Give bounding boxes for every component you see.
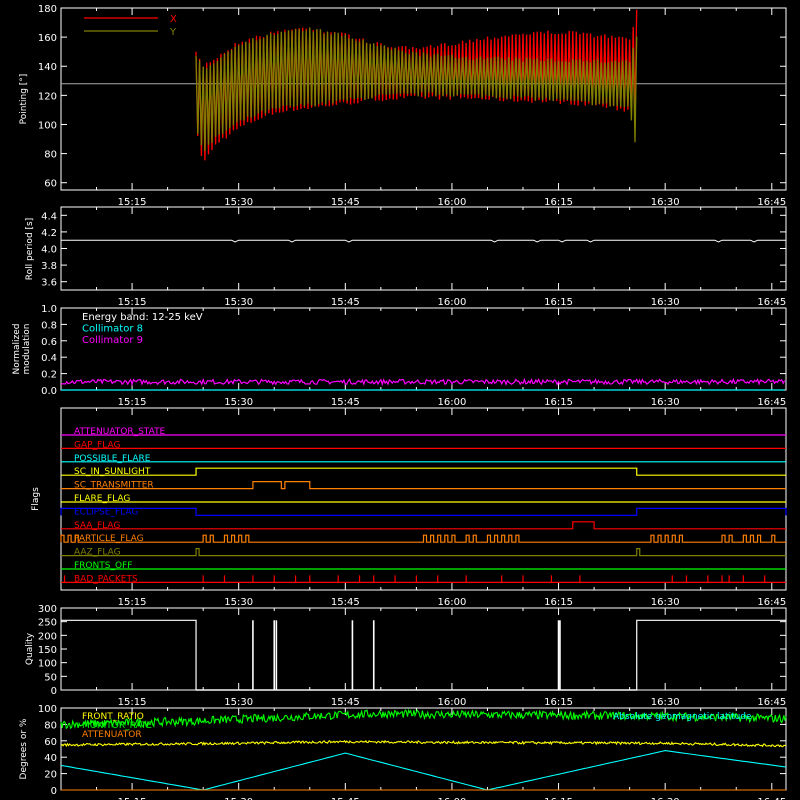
y-tick-label: 3.8 <box>41 261 57 272</box>
y-tick-label: 250 <box>38 618 57 629</box>
x-tick-label: 16:30 <box>651 397 680 408</box>
x-tick-label: 15:30 <box>224 197 253 208</box>
multi-panel-plot: 15:15 15:30 15:45 16:00 16:15 16:30 16:45 60 80 1… <box>0 0 800 800</box>
y-tick-label: 1.0 <box>41 304 57 315</box>
x-tick-label: 16:15 <box>544 197 573 208</box>
x-tick-label: 16:30 <box>651 697 680 708</box>
y-tick-label: 0.0 <box>41 386 57 397</box>
x-tick-label: 15:30 <box>224 597 253 608</box>
y-axis-label: Flags <box>31 487 41 511</box>
legend-label: Y <box>169 27 177 38</box>
x-tick-label: 16:45 <box>757 597 786 608</box>
y-tick-label: 40 <box>44 753 57 764</box>
y-tick-label: 4.0 <box>41 245 57 256</box>
y-tick-label: 100 <box>38 120 57 131</box>
x-tick-label: 16:00 <box>438 197 467 208</box>
y-tick-label: 3.6 <box>41 278 57 289</box>
x-tick-label: 15:15 <box>118 397 147 408</box>
x-tick-label: 15:30 <box>224 697 253 708</box>
y-tick-label: 140 <box>38 62 57 73</box>
y-tick-label: 4.4 <box>41 211 57 222</box>
legend-label: Collimator 9 <box>82 335 143 346</box>
y-tick-label: 300 <box>38 604 57 615</box>
y-tick-label: 0.2 <box>41 370 57 381</box>
x-tick-label: 15:30 <box>224 397 253 408</box>
x-tick-label: 16:45 <box>757 197 786 208</box>
legend-label: Energy band: 12-25 keV <box>82 312 203 323</box>
y-tick-label: 0.6 <box>41 337 57 348</box>
y-axis-label: Pointing [°] <box>19 74 29 125</box>
x-tick-label: 16:00 <box>438 297 467 308</box>
x-tick-label: 15:15 <box>118 697 147 708</box>
x-tick-label: 15:45 <box>331 197 360 208</box>
y-tick-label: 80 <box>44 150 57 161</box>
y-tick-label: 180 <box>38 4 57 15</box>
x-tick-label: 15:45 <box>331 297 360 308</box>
x-tick-label: 16:15 <box>544 297 573 308</box>
y-tick-label: 160 <box>38 33 57 44</box>
x-tick-label: 15:45 <box>331 697 360 708</box>
y-tick-label: 60 <box>44 179 57 190</box>
legend-label: ATTENUATOR <box>82 730 142 740</box>
y-tick-label: 0 <box>51 786 57 797</box>
y-axis-label: modulation <box>22 324 32 375</box>
x-tick-label: 16:30 <box>651 597 680 608</box>
y-axis-label: Quality <box>25 632 35 665</box>
x-tick-label: 16:45 <box>757 697 786 708</box>
x-tick-label: 16:45 <box>757 297 786 308</box>
legend-label: X <box>170 14 177 25</box>
y-tick-label: 0.8 <box>41 320 57 331</box>
y-tick-label: 120 <box>38 91 57 102</box>
x-tick-label: 15:15 <box>118 597 147 608</box>
x-tick-label: 16:45 <box>757 397 786 408</box>
y-tick-label: 100 <box>38 704 57 715</box>
y-tick-label: 20 <box>44 770 57 781</box>
x-tick-label: 16:30 <box>651 297 680 308</box>
x-tick-label: 16:00 <box>438 697 467 708</box>
x-tick-label: 16:00 <box>438 397 467 408</box>
x-tick-label: 16:30 <box>651 197 680 208</box>
x-tick-label: 16:15 <box>544 397 573 408</box>
y-tick-label: 0.4 <box>41 353 57 364</box>
y-tick-label: 60 <box>44 737 57 748</box>
legend-label: Absolute geomagnetic latitude <box>613 712 752 722</box>
y-tick-label: 50 <box>44 672 57 683</box>
y-axis-label: Degrees or % <box>19 718 29 779</box>
y-tick-label: 80 <box>44 720 57 731</box>
y-tick-label: 4.2 <box>41 228 57 239</box>
y-tick-label: 0 <box>51 686 57 697</box>
x-tick-label: 15:45 <box>331 397 360 408</box>
legend-label: Collimator 8 <box>82 324 143 335</box>
x-tick-label: 15:15 <box>118 197 147 208</box>
x-tick-label: 15:15 <box>118 297 147 308</box>
y-tick-label: 100 <box>38 659 57 670</box>
x-tick-label: 15:45 <box>331 597 360 608</box>
y-tick-label: 200 <box>38 631 57 642</box>
y-axis-label: Normalized <box>12 323 22 374</box>
x-tick-label: 15:30 <box>224 297 253 308</box>
x-tick-label: 16:15 <box>544 697 573 708</box>
y-axis-label: Roll period [s] <box>25 218 35 280</box>
y-tick-label: 150 <box>38 645 57 656</box>
x-tick-label: 16:00 <box>438 597 467 608</box>
x-tick-label: 16:15 <box>544 597 573 608</box>
